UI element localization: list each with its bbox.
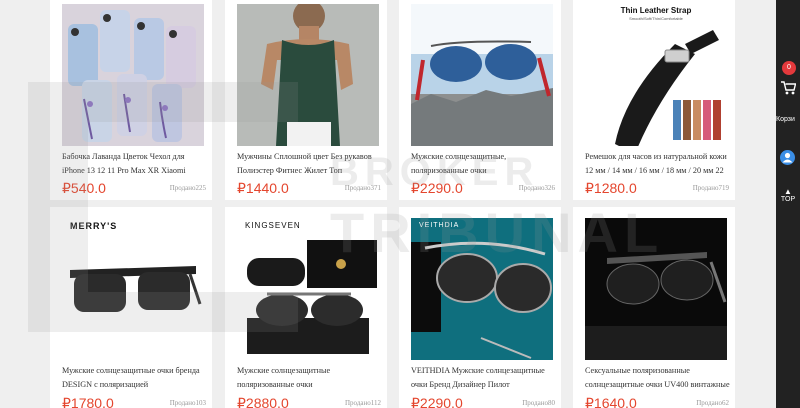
product-image[interactable]: MERRY'S bbox=[62, 218, 204, 360]
product-price: ₽1640.0 bbox=[585, 395, 637, 408]
product-card[interactable]: MERRY'S Мужские солнцезащитные очки брен… bbox=[50, 207, 212, 408]
product-sold-count: Продано103 bbox=[169, 399, 206, 407]
product-grid: Бабочка Лаванда Цветок Чехол для iPhone … bbox=[0, 0, 776, 408]
product-sold-count: Продано326 bbox=[518, 184, 555, 192]
product-price: ₽540.0 bbox=[62, 180, 106, 196]
user-icon[interactable] bbox=[780, 150, 795, 165]
product-title[interactable]: Сексуальные поляризованные солнцезащитны… bbox=[585, 364, 731, 392]
product-title[interactable]: Ремешок для часов из натуральной кожи 12… bbox=[585, 150, 731, 178]
floating-sidebar: 0 Корзи ▲ TOP bbox=[776, 0, 800, 408]
product-title[interactable]: Мужские солнцезащитные поляризованные оч… bbox=[237, 364, 383, 392]
product-price: ₽1440.0 bbox=[237, 180, 289, 196]
product-price: ₽2290.0 bbox=[411, 180, 463, 196]
product-sold-count: Продано112 bbox=[344, 399, 381, 407]
product-sold-count: Продано371 bbox=[344, 184, 381, 192]
product-title[interactable]: Мужские солнцезащитные очки бренда DESIG… bbox=[62, 364, 208, 392]
product-price: ₽1280.0 bbox=[585, 180, 637, 196]
product-card[interactable]: Мужчины Сплошной цвет Без рукавов Полиэс… bbox=[225, 0, 387, 200]
product-price: ₽1780.0 bbox=[62, 395, 114, 408]
product-image[interactable] bbox=[237, 4, 379, 146]
arrow-up-icon: ▲ bbox=[784, 187, 792, 196]
cart-label[interactable]: Корзи bbox=[776, 116, 800, 123]
product-sold-count: Продано719 bbox=[692, 184, 729, 192]
product-card[interactable]: KINGSEVEN Мужские солнцезащитные поляриз… bbox=[225, 207, 387, 408]
product-sold-count: Продано225 bbox=[169, 184, 206, 192]
back-to-top-button[interactable]: ▲ TOP bbox=[779, 187, 797, 204]
product-sold-count: Продано62 bbox=[696, 399, 729, 407]
cart-icon[interactable] bbox=[780, 80, 796, 96]
product-title[interactable]: Мужчины Сплошной цвет Без рукавов Полиэс… bbox=[237, 150, 383, 178]
product-image[interactable] bbox=[411, 4, 553, 146]
product-price: ₽2880.0 bbox=[237, 395, 289, 408]
product-image[interactable] bbox=[62, 4, 204, 146]
product-image[interactable]: VEITHDIA bbox=[411, 218, 553, 360]
product-image[interactable]: Thin Leather Strap Smooth/Soft/Thin/Comf… bbox=[585, 4, 727, 146]
brand-logo: MERRY'S bbox=[70, 221, 118, 231]
product-card[interactable]: Бабочка Лаванда Цветок Чехол для iPhone … bbox=[50, 0, 212, 200]
product-card[interactable]: Thin Leather Strap Smooth/Soft/Thin/Comf… bbox=[573, 0, 735, 200]
product-card[interactable]: Сексуальные поляризованные солнцезащитны… bbox=[573, 207, 735, 408]
product-card[interactable]: VEITHDIA VEITHDIA Мужские солнцезащитные… bbox=[399, 207, 561, 408]
product-title[interactable]: Мужские солнцезащитные, поляризованные о… bbox=[411, 150, 557, 178]
product-card[interactable]: Мужские солнцезащитные, поляризованные о… bbox=[399, 0, 561, 200]
brand-logo: VEITHDIA bbox=[419, 222, 460, 229]
image-subcaption: Smooth/Soft/Thin/Comfortable bbox=[629, 16, 683, 21]
product-title[interactable]: Бабочка Лаванда Цветок Чехол для iPhone … bbox=[62, 150, 208, 178]
product-sold-count: Продано80 bbox=[522, 399, 555, 407]
product-image[interactable] bbox=[585, 218, 727, 360]
product-price: ₽2290.0 bbox=[411, 395, 463, 408]
top-label: TOP bbox=[780, 196, 796, 203]
cart-count-badge: 0 bbox=[782, 61, 796, 75]
product-image[interactable]: KINGSEVEN bbox=[237, 218, 379, 360]
brand-logo: KINGSEVEN bbox=[245, 221, 301, 230]
product-title[interactable]: VEITHDIA Мужские солнцезащитные очки Бре… bbox=[411, 364, 557, 392]
image-caption: Thin Leather Strap bbox=[620, 6, 692, 15]
